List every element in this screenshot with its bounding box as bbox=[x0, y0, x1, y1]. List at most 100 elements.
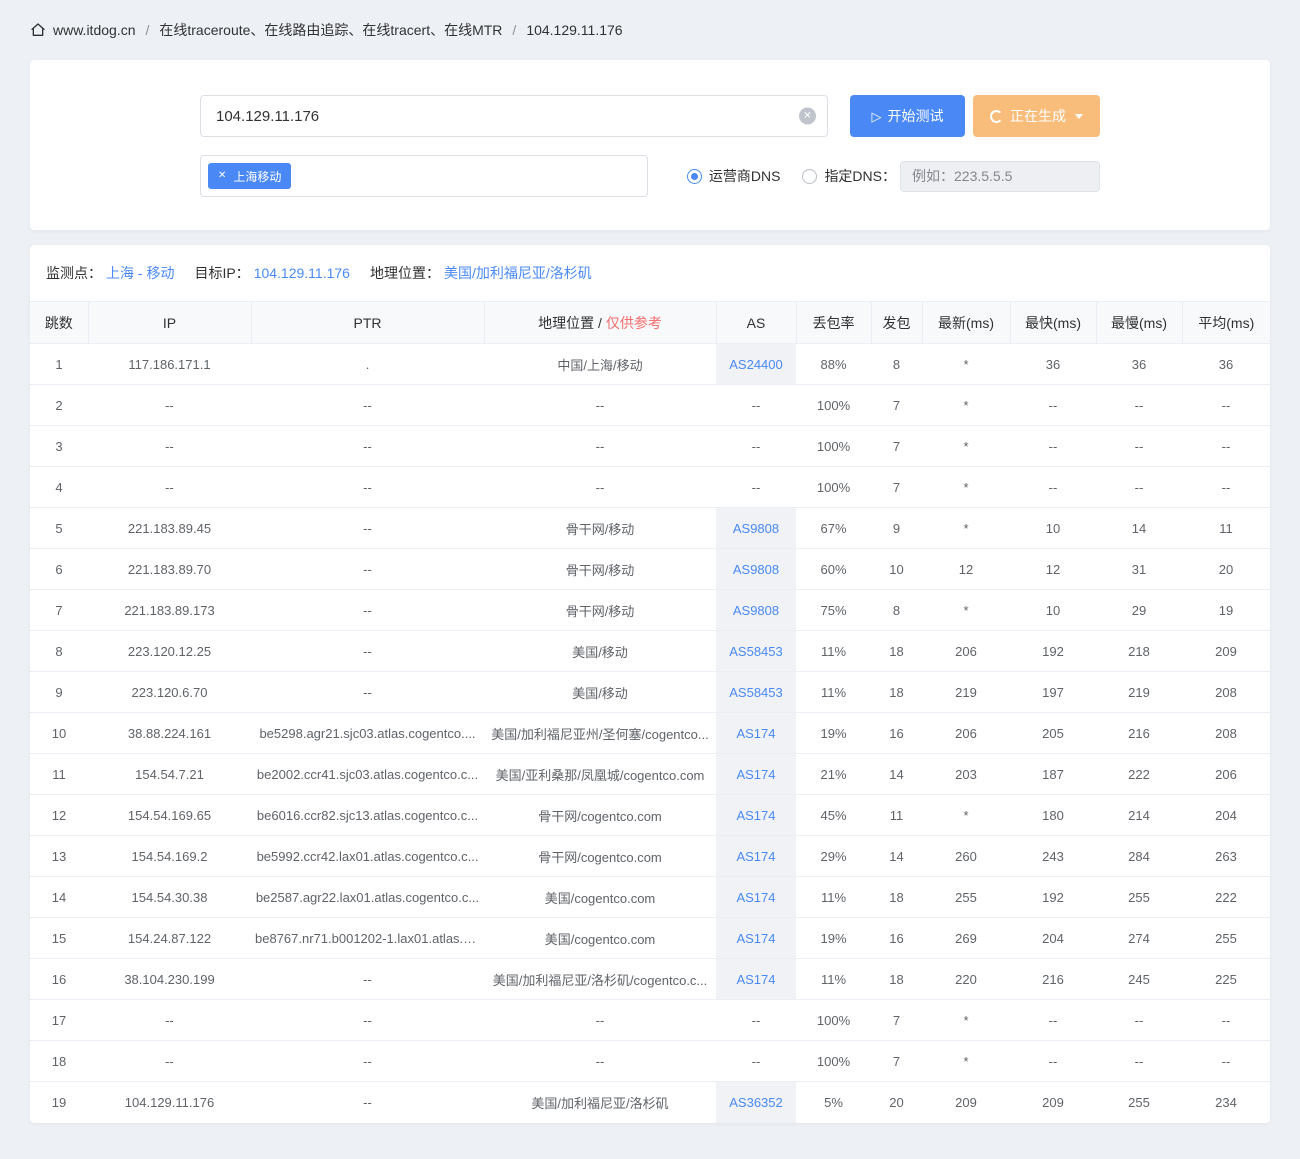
header-geo-note: 仅供参考 bbox=[605, 314, 662, 331]
traceroute-table: 跳数 IP PTR 地理位置 / 仅供参考 AS 丢包率 发包 最新(ms) 最… bbox=[30, 301, 1270, 1123]
cell-ptr: -- bbox=[251, 1040, 484, 1082]
cell-as: AS174 bbox=[716, 753, 796, 795]
cell-fastest: 205 bbox=[1010, 712, 1096, 754]
cell-hop: 12 bbox=[30, 794, 88, 836]
header-hop: 跳数 bbox=[30, 301, 89, 344]
cell-avg: 225 bbox=[1182, 958, 1270, 1000]
generating-label: 正在生成 bbox=[1010, 108, 1066, 124]
cell-avg: -- bbox=[1182, 1040, 1270, 1082]
cell-fastest: 36 bbox=[1010, 343, 1096, 385]
cell-avg: 206 bbox=[1182, 753, 1270, 795]
cell-ptr: -- bbox=[251, 507, 484, 549]
cell-slowest: 36 bbox=[1096, 343, 1182, 385]
target-input[interactable] bbox=[200, 95, 828, 137]
as-link[interactable]: AS58453 bbox=[729, 644, 783, 659]
cell-fastest: 192 bbox=[1010, 630, 1096, 672]
cell-as: -- bbox=[716, 1040, 796, 1082]
header-geo-prefix: 地理位置 / bbox=[538, 314, 602, 331]
header-as: AS bbox=[716, 301, 797, 344]
table-row: 19 104.129.11.176 -- 美国/加利福尼亚/洛杉矶 AS36352 5% 2… bbox=[30, 1081, 1270, 1123]
cell-geo: -- bbox=[484, 466, 716, 508]
radio-unselected-icon bbox=[802, 168, 818, 184]
target-ip-value[interactable]: 104.129.11.176 bbox=[254, 265, 350, 281]
cell-latest: * bbox=[922, 343, 1010, 385]
cell-ptr: -- bbox=[251, 589, 484, 631]
as-link[interactable]: AS174 bbox=[736, 972, 775, 987]
cell-slowest: 284 bbox=[1096, 835, 1182, 877]
node-select-box[interactable]: ✕ 上海移动 bbox=[200, 155, 648, 197]
cell-geo: 中国/上海/移动 bbox=[484, 343, 716, 385]
traceroute-table-body: 1 117.186.171.1. 中国/上海/移动 AS24400 88% 8 * 36 36 3… bbox=[30, 343, 1270, 1123]
cell-ip: 38.104.230.199 bbox=[88, 958, 251, 1000]
cell-as: AS36352 bbox=[716, 1081, 796, 1123]
cell-hop: 5 bbox=[30, 507, 88, 549]
breadcrumb-section[interactable]: 在线traceroute、在线路由追踪、在线tracert、在线MTR bbox=[159, 20, 502, 40]
generating-button[interactable]: 正在生成 bbox=[973, 95, 1100, 137]
cell-hop: 4 bbox=[30, 466, 88, 508]
geo-value[interactable]: 美国/加利福尼亚/洛杉矶 bbox=[444, 263, 592, 283]
table-row: 14 154.54.30.38 be2587.agr22.lax01.atlas.c… bbox=[30, 876, 1270, 918]
cell-sent: 8 bbox=[871, 589, 922, 631]
cell-geo: 美国/加利福尼亚/洛杉矶 bbox=[531, 1095, 669, 1111]
node-tag: ✕ 上海移动 bbox=[208, 163, 292, 189]
cell-sent: 10 bbox=[871, 548, 922, 590]
table-row: 4 -- -- -- -- 100% 7 * -- -- -- bbox=[30, 466, 1270, 508]
table-row: 12 154.54.169.65 be6016.ccr82.sjc13.atlas.… bbox=[30, 794, 1270, 836]
cell-loss: 5% bbox=[824, 1094, 843, 1110]
cell-avg: 208 bbox=[1182, 712, 1270, 754]
cell-hop: 2 bbox=[30, 384, 88, 426]
tag-close-icon[interactable]: ✕ bbox=[218, 171, 226, 181]
as-link[interactable]: AS174 bbox=[736, 767, 775, 782]
cell-ptr: . bbox=[251, 343, 484, 385]
cell-fastest: 10 bbox=[1010, 589, 1096, 631]
radio-custom-dns[interactable]: 指定DNS： bbox=[802, 166, 896, 186]
as-link[interactable]: AS9808 bbox=[733, 562, 779, 577]
cell-latest: 220 bbox=[922, 958, 1010, 1000]
as-link[interactable]: AS174 bbox=[736, 931, 775, 946]
cell-avg: -- bbox=[1182, 425, 1270, 467]
cell-fastest: -- bbox=[1010, 384, 1096, 426]
cell-geo: 骨干网/移动 bbox=[484, 548, 716, 590]
cell-latest: * bbox=[922, 589, 1010, 631]
cell-ip: -- bbox=[88, 1040, 251, 1082]
as-link[interactable]: AS9808 bbox=[733, 521, 779, 536]
cell-sent: 7 bbox=[871, 384, 922, 426]
cell-as: AS58453 bbox=[716, 671, 796, 713]
start-test-button[interactable]: ▷ 开始测试 bbox=[850, 95, 965, 137]
cell-fastest: 243 bbox=[1010, 835, 1096, 877]
as-link[interactable]: AS24400 bbox=[729, 357, 783, 372]
cell-latest: * bbox=[922, 425, 1010, 467]
cell-sent: 14 bbox=[871, 835, 922, 877]
cell-avg: 36 bbox=[1182, 343, 1270, 385]
cell-latest: 260 bbox=[922, 835, 1010, 877]
clear-input-icon[interactable]: ✕ bbox=[799, 107, 816, 125]
cell-hop: 3 bbox=[30, 425, 88, 467]
cell-avg: 234 bbox=[1215, 1094, 1237, 1110]
cell-loss: 100% bbox=[796, 384, 871, 426]
breadcrumb: www.itdog.cn / 在线traceroute、在线路由追踪、在线tra… bbox=[30, 0, 1270, 60]
radio-carrier-dns[interactable]: 运营商DNS bbox=[686, 166, 780, 186]
cell-slowest: -- bbox=[1096, 1040, 1182, 1082]
cell-ip: 221.183.89.45 bbox=[88, 507, 251, 549]
home-icon[interactable] bbox=[30, 22, 46, 38]
cell-fastest: 12 bbox=[1010, 548, 1096, 590]
monitor-value[interactable]: 上海 - 移动 bbox=[106, 263, 174, 283]
as-link[interactable]: AS174 bbox=[736, 808, 775, 823]
cell-ptr: -- bbox=[251, 466, 484, 508]
custom-dns-input[interactable] bbox=[900, 160, 1100, 192]
as-link[interactable]: AS36352 bbox=[729, 1095, 783, 1110]
cell-geo: 骨干网/cogentco.com bbox=[484, 794, 716, 836]
cell-sent: 16 bbox=[871, 917, 922, 959]
as-link[interactable]: AS174 bbox=[736, 726, 775, 741]
as-link[interactable]: AS9808 bbox=[733, 603, 779, 618]
cell-as: AS174 bbox=[716, 794, 796, 836]
as-link[interactable]: AS174 bbox=[736, 890, 775, 905]
as-link[interactable]: AS174 bbox=[736, 849, 775, 864]
cell-latest: * bbox=[922, 466, 1010, 508]
start-test-label: 开始测试 bbox=[887, 108, 944, 124]
cell-slowest: 245 bbox=[1096, 958, 1182, 1000]
cell-ip: -- bbox=[88, 466, 251, 508]
table-row: 7 221.183.89.173 -- 骨干网/移动 AS9808 75% 8 * 10 29 19 bbox=[30, 589, 1270, 631]
as-link[interactable]: AS58453 bbox=[729, 685, 783, 700]
breadcrumb-site[interactable]: www.itdog.cn bbox=[53, 22, 135, 38]
